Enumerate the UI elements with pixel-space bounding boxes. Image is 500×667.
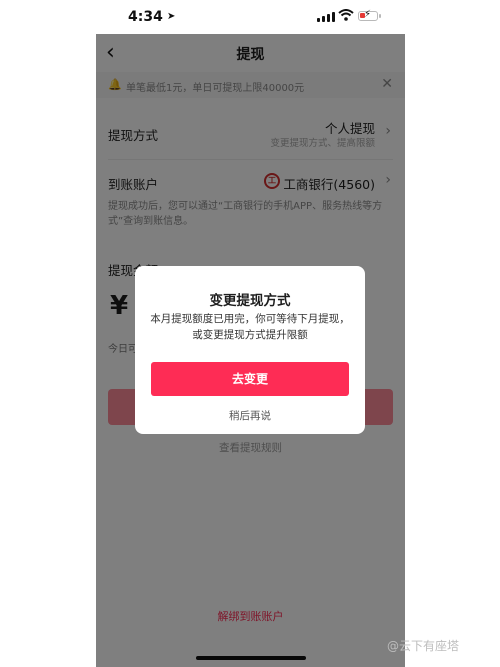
go-change-button[interactable]: 去变更 <box>151 362 349 396</box>
battery-icon: ⚡ <box>358 9 381 21</box>
dialog-message: 本月提现额度已用完，你可等待下月提现，或变更提现方式提升限额 <box>150 313 350 341</box>
location-arrow-icon: ➤ <box>167 11 176 22</box>
watermark: @云下有座塔 <box>387 639 460 653</box>
charging-bolt-icon: ⚡ <box>364 9 372 20</box>
status-bar: 4:34 ➤ ⚡ <box>0 0 500 34</box>
later-button[interactable]: 稍后再说 <box>135 408 365 423</box>
dialog-title: 变更提现方式 <box>209 293 291 309</box>
change-method-dialog: 变更提现方式 本月提现额度已用完，你可等待下月提现，或变更提现方式提升限额 去变… <box>135 266 365 434</box>
wifi-icon <box>338 9 354 21</box>
status-time: 4:34 <box>128 9 163 25</box>
cellular-signal-icon <box>317 12 335 22</box>
